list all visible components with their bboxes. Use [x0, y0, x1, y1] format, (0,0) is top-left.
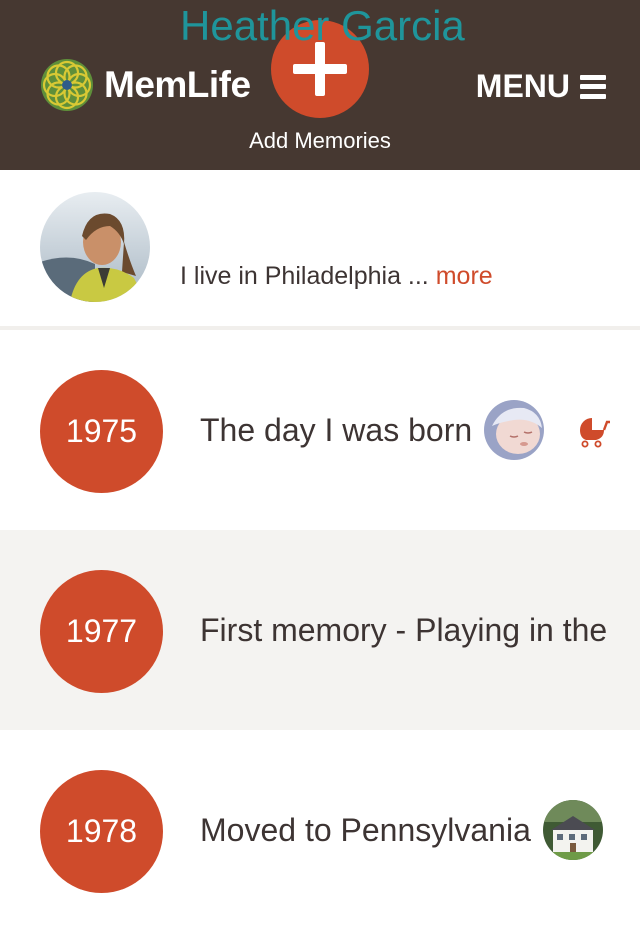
- menu-button[interactable]: MENU: [476, 68, 606, 105]
- year-badge[interactable]: 1977: [40, 570, 163, 693]
- profile-bio: I live in Philadelphia ... more: [180, 262, 493, 291]
- house-photo-icon[interactable]: [542, 800, 603, 860]
- app-logo[interactable]: MemLife: [40, 58, 251, 112]
- memory-title: Moved to Pennsylvania: [200, 811, 531, 848]
- avatar-photo-icon: [40, 192, 150, 302]
- timeline-row[interactable]: 1975 The day I was born: [0, 330, 640, 530]
- timeline-row[interactable]: 1978 Moved to Pennsylvania: [0, 730, 640, 930]
- memory-item[interactable]: The day I was born: [200, 330, 611, 530]
- profile-name[interactable]: Heather Garcia: [180, 2, 465, 50]
- hamburger-icon: [580, 74, 606, 99]
- memory-item[interactable]: First memory - Playing in the: [200, 530, 607, 730]
- year-badge[interactable]: 1978: [40, 770, 163, 893]
- timeline-list: 1975 The day I was born 1977 First memor…: [0, 330, 640, 930]
- memlife-logo-icon: [41, 59, 93, 111]
- app-name: MemLife: [104, 64, 251, 105]
- timeline-row[interactable]: 1977 First memory - Playing in the: [0, 530, 640, 730]
- more-link[interactable]: more: [436, 262, 493, 290]
- add-memories-label[interactable]: Add Memories: [0, 128, 640, 154]
- year-badge[interactable]: 1975: [40, 370, 163, 493]
- profile-section: Heather Garcia I live in Philadelphia ..…: [0, 2, 640, 330]
- memory-title: The day I was born: [200, 411, 473, 448]
- memory-title: First memory - Playing in the: [200, 611, 608, 648]
- menu-label: MENU: [475, 68, 570, 104]
- avatar[interactable]: [40, 192, 150, 302]
- baby-photo-icon[interactable]: [484, 400, 545, 460]
- memory-item[interactable]: Moved to Pennsylvania: [200, 730, 603, 930]
- profile-bio-text: I live in Philadelphia ...: [180, 262, 429, 290]
- stroller-icon: [580, 418, 611, 448]
